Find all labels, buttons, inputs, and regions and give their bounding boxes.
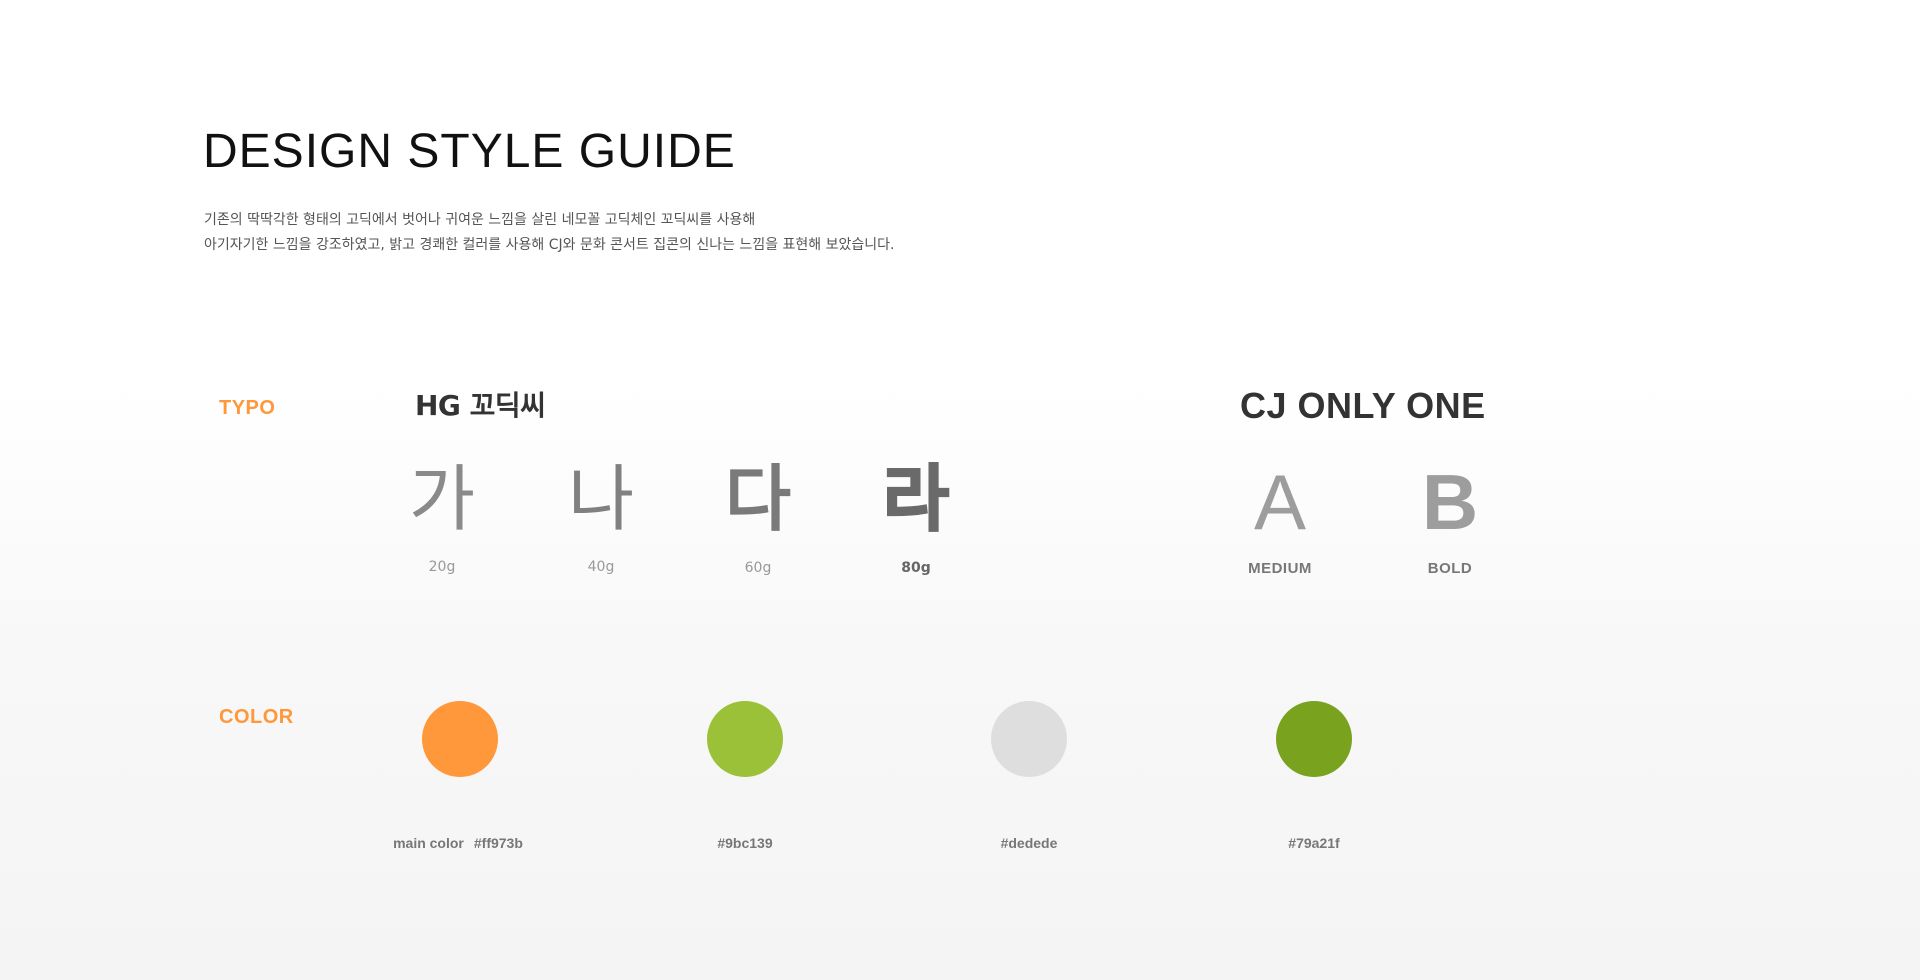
description-line-2: 아기자기한 느낌을 강조하였고, 밝고 경쾌한 컬러를 사용해 CJ와 문화 콘… bbox=[204, 237, 895, 253]
main-color-prefix: main color bbox=[393, 835, 464, 851]
color-label-main: main color #ff973b bbox=[358, 836, 558, 850]
weight-label-80g: 80g bbox=[901, 560, 931, 576]
korean-font-name: HG 꼬딕씨 bbox=[415, 389, 546, 422]
color-swatch-orange bbox=[422, 701, 498, 777]
latin-weight-medium: MEDIUM bbox=[1248, 560, 1312, 577]
glyph-sample-60g: 다 bbox=[724, 457, 792, 541]
page-title: DESIGN STYLE GUIDE bbox=[203, 125, 736, 178]
latin-font-name: CJ ONLY ONE bbox=[1240, 385, 1486, 426]
color-swatch-dark-green bbox=[1276, 701, 1352, 777]
color-label-gray: #dedede bbox=[1000, 835, 1058, 851]
color-swatch-gray bbox=[991, 701, 1067, 777]
glyph-sample-80g: 라 bbox=[882, 457, 950, 541]
color-section-label: COLOR bbox=[219, 706, 294, 728]
glyph-sample-20g: 가 bbox=[408, 457, 476, 541]
color-swatch-light-green bbox=[707, 701, 783, 777]
color-label-dark-green: #79a21f bbox=[1288, 835, 1340, 851]
latin-weight-bold: BOLD bbox=[1427, 560, 1473, 577]
weight-label-40g: 40g bbox=[587, 559, 615, 575]
weight-label-20g: 20g bbox=[428, 559, 456, 575]
glyph-sample-40g: 나 bbox=[567, 457, 635, 541]
main-color-hex: #ff973b bbox=[473, 835, 523, 851]
color-label-light-green: #9bc139 bbox=[717, 835, 773, 851]
glyph-sample-medium: A bbox=[1253, 458, 1307, 546]
typo-section-label: TYPO bbox=[219, 397, 276, 419]
description-line-1: 기존의 딱딱각한 형태의 고딕에서 벗어나 귀여운 느낌을 살린 네모꼴 고딕체… bbox=[204, 212, 756, 228]
glyph-sample-bold: B bbox=[1421, 458, 1479, 546]
weight-label-60g: 60g bbox=[744, 560, 772, 576]
